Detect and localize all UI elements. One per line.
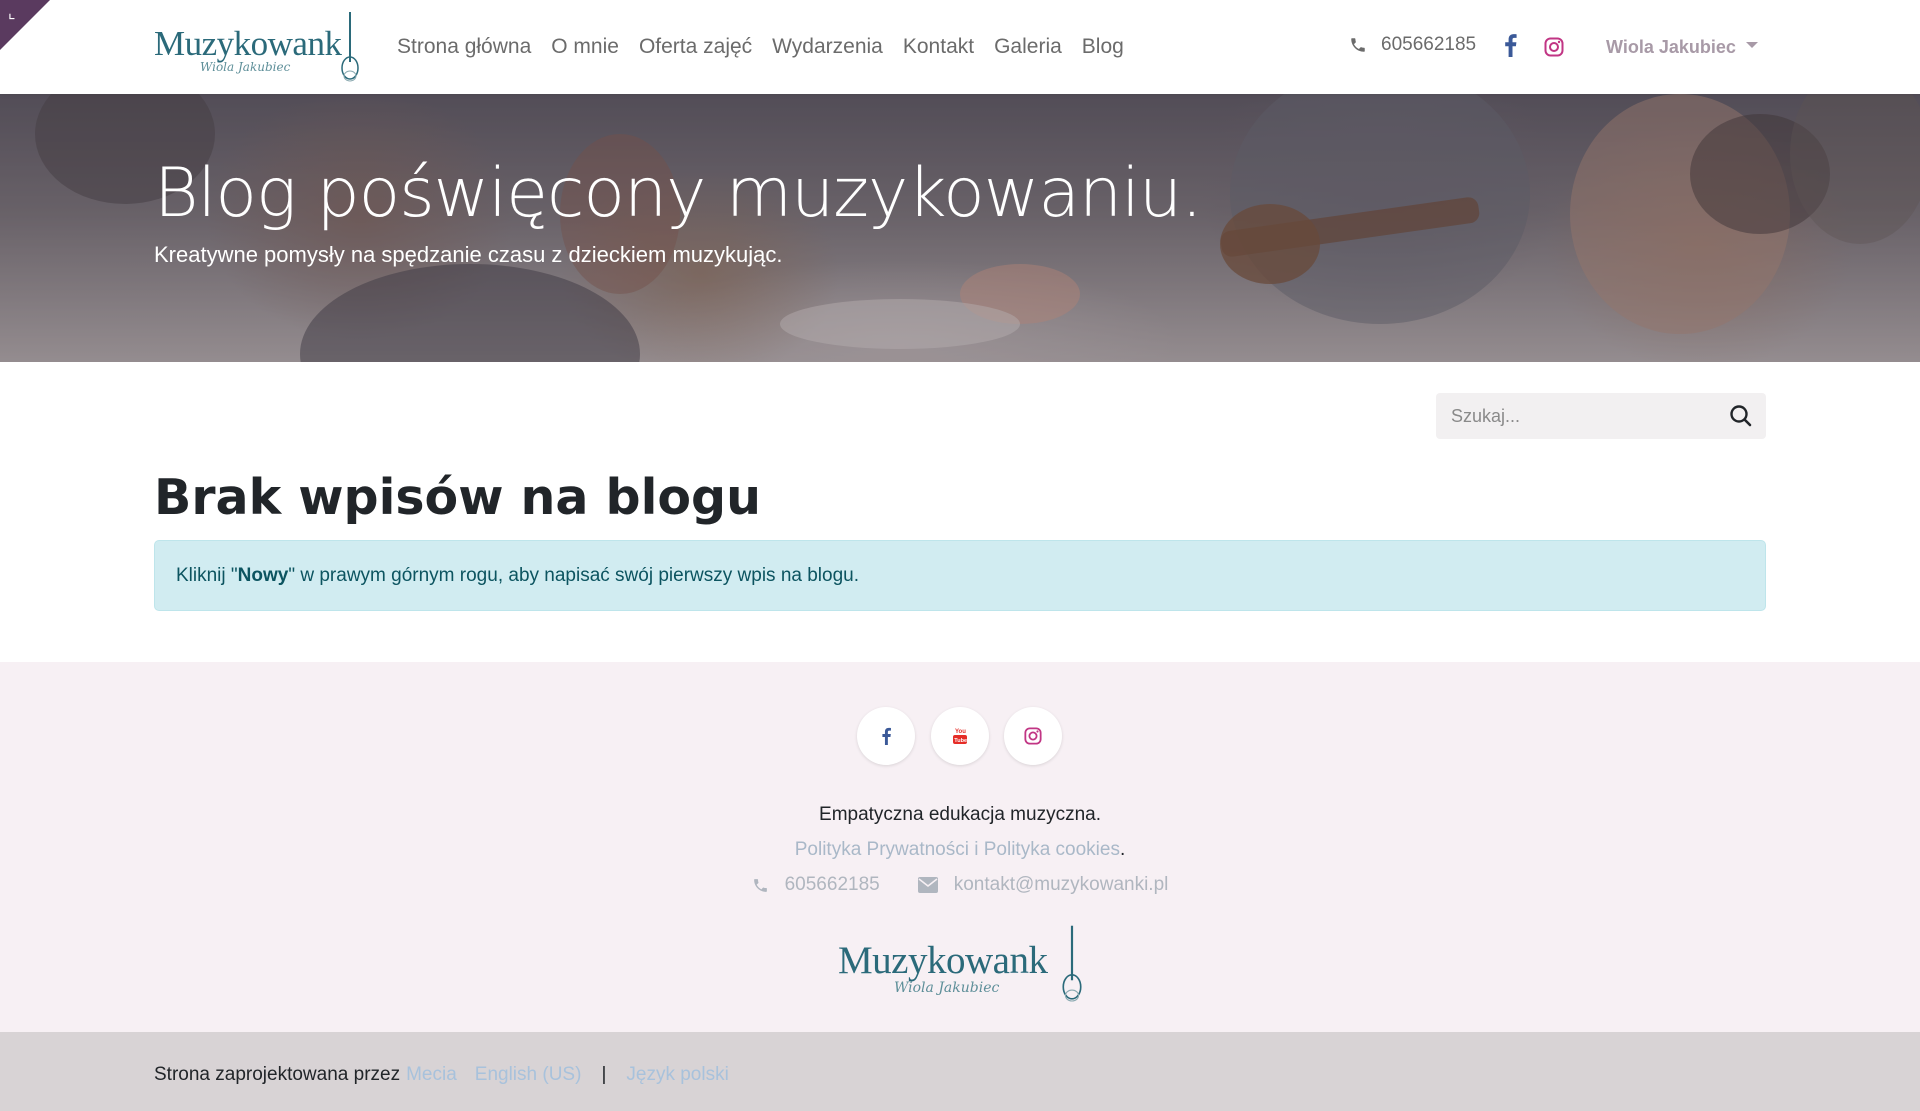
footer-tagline: Empatyczna edukacja muzyczna. <box>819 804 1101 825</box>
instagram-icon[interactable] <box>1544 37 1564 57</box>
youtube-icon: You Tube <box>953 729 967 744</box>
designed-by-text: Strona zaprojektowana przez <box>154 1064 401 1085</box>
hero-title: Blog poświęcony muzykowaniu. <box>154 154 1203 233</box>
header-phone[interactable]: 605662185 <box>1349 34 1476 56</box>
logo-subtitle: Wiola Jakubiec <box>200 60 291 74</box>
lang-english-link[interactable]: English (US) <box>475 1064 582 1086</box>
caret-down-icon <box>1745 42 1758 49</box>
alert-suffix: " w prawym górnym rogu, aby napisać swój… <box>288 564 859 586</box>
footer-youtube-button[interactable]: You Tube <box>931 707 989 765</box>
footer-policy: Polityka Prywatności i Polityka cookies. <box>0 839 1920 861</box>
blog-search <box>1436 393 1766 439</box>
search-input[interactable] <box>1436 393 1716 439</box>
footer-logo-wordmark: Muzykowank <box>838 939 1048 982</box>
corner-arrow-icon[interactable]: ⌞ <box>8 6 16 22</box>
hero-subtitle: Kreatywne pomysły na spędzanie czasu z d… <box>154 242 783 267</box>
site-header: Muzykowank Wiola Jakubiec Strona główna … <box>0 0 1920 94</box>
logo-wordmark: Muzykowank <box>154 24 342 63</box>
user-name: Wiola Jakubiec <box>1606 37 1736 57</box>
nav-home[interactable]: Strona główna <box>387 35 541 59</box>
footer-contact: 605662185 kontakt@muzykowanki.pl <box>0 874 1920 896</box>
site-logo[interactable]: Muzykowank Wiola Jakubiec <box>154 10 359 86</box>
facebook-icon <box>882 727 891 745</box>
footer-logo[interactable]: Muzykowank Wiola Jakubiec <box>838 920 1084 1010</box>
nav-events[interactable]: Wydarzenia <box>762 35 893 59</box>
hero-banner: Blog poświęcony muzykowaniu. Kreatywne p… <box>0 94 1920 362</box>
envelope-icon <box>917 877 938 893</box>
footer-phone[interactable]: 605662185 <box>752 874 880 896</box>
footer-email-address: kontakt@muzykowanki.pl <box>953 874 1169 895</box>
nav-contact[interactable]: Kontakt <box>893 35 984 59</box>
footer-instagram-button[interactable] <box>1004 707 1062 765</box>
footer-phone-number: 605662185 <box>784 874 880 895</box>
svg-text:You: You <box>955 729 966 735</box>
phone-icon <box>753 878 767 892</box>
nav-gallery[interactable]: Galeria <box>984 35 1072 59</box>
privacy-policy-link[interactable]: Polityka Prywatności i Polityka cookies <box>795 839 1120 860</box>
user-menu-dropdown[interactable]: Wiola Jakubiec <box>1606 37 1758 58</box>
nav-about[interactable]: O mnie <box>541 35 629 59</box>
info-alert: Kliknij " Nowy " w prawym górnym rogu, aby… <box>154 540 1766 611</box>
phone-icon <box>1351 38 1365 52</box>
lang-separator: | <box>601 1064 607 1085</box>
violin-icon <box>341 12 359 82</box>
instagram-icon <box>1024 727 1042 745</box>
main-nav: Strona główna O mnie Oferta zajęć Wydarz… <box>387 0 1134 94</box>
facebook-icon[interactable] <box>1502 33 1518 57</box>
nav-offer[interactable]: Oferta zajęć <box>629 35 762 59</box>
empty-blog-heading: Brak wpisów na blogu <box>154 469 762 526</box>
policy-dot: . <box>1119 839 1126 860</box>
bottom-credits: Strona zaprojektowana przez Mecia Englis… <box>154 1064 729 1086</box>
header-phone-number: 605662185 <box>1381 34 1477 55</box>
alert-bold: Nowy <box>237 564 289 586</box>
nav-blog[interactable]: Blog <box>1072 35 1134 59</box>
footer-email[interactable]: kontakt@muzykowanki.pl <box>917 874 1169 896</box>
footer-logo-subtitle: Wiola Jakubiec <box>894 980 1000 996</box>
designer-link[interactable]: Mecia <box>406 1064 457 1086</box>
violin-icon <box>1062 925 1082 1002</box>
svg-text:Tube: Tube <box>954 738 967 744</box>
search-icon[interactable] <box>1726 401 1756 431</box>
footer-facebook-button[interactable] <box>857 707 915 765</box>
alert-prefix: Kliknij " <box>176 564 238 586</box>
lang-polish-link[interactable]: Język polski <box>626 1064 728 1086</box>
